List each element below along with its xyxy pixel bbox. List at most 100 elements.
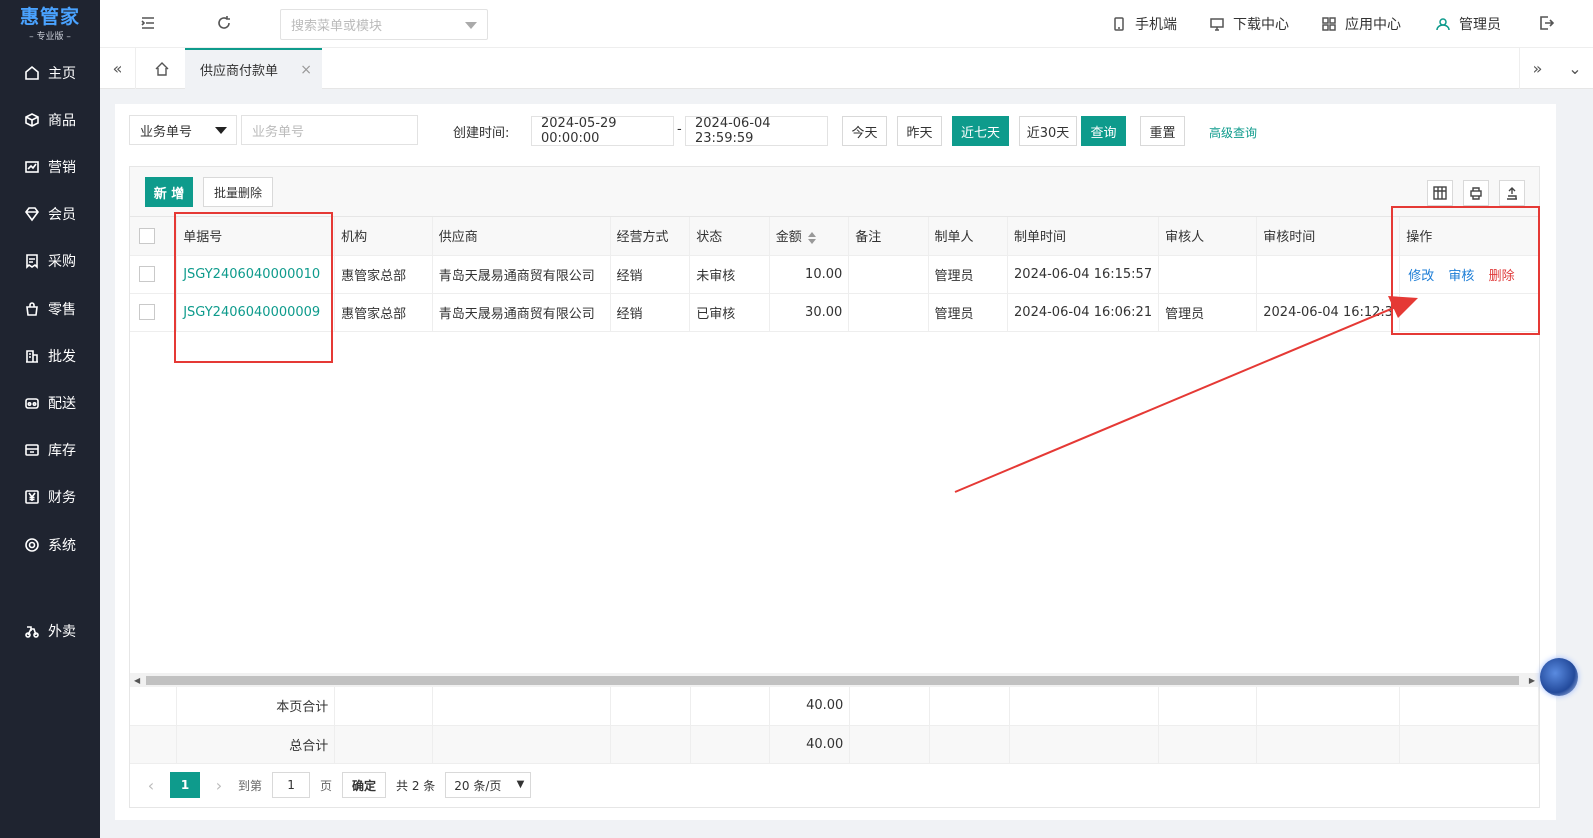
row-checkbox[interactable] [139, 304, 155, 320]
col-mode: 经营方式 [610, 217, 691, 256]
pagination: ‹ 1 › 到第 1 页 确定 共 2 条 20 条/页 ▼ [130, 763, 1539, 807]
tab-bar: « 供应商付款单 × » ⌄ [100, 48, 1593, 89]
search-field-select[interactable]: 业务单号 [129, 115, 237, 145]
sidebar-item-takeout[interactable]: 外卖 [0, 611, 100, 651]
sidebar-item-delivery[interactable]: 配送 [0, 383, 100, 423]
sidebar-item-retail[interactable]: 零售 [0, 289, 100, 329]
select-all-cell [130, 217, 178, 256]
col-amount[interactable]: 金额 [769, 217, 850, 256]
scroll-right-arrow-icon[interactable]: ▶ [1529, 676, 1535, 685]
status-cell: 未审核 [689, 255, 770, 294]
sidebar-item-home[interactable]: 主页 [0, 53, 100, 93]
scroll-left-arrow-icon[interactable]: ◀ [134, 676, 140, 685]
yesterday-button[interactable]: 昨天 [897, 116, 942, 146]
user-menu[interactable]: 管理员 [1435, 14, 1501, 34]
sidebar-item-wholesale[interactable]: 批发 [0, 336, 100, 376]
sidebar-item-finance[interactable]: 财务 [0, 477, 100, 517]
page-total-amount: 40.00 [769, 687, 851, 726]
auditor-cell: 管理员 [1158, 293, 1258, 332]
select-all-checkbox[interactable] [139, 227, 155, 244]
export-icon[interactable] [1499, 180, 1525, 206]
download-center-link[interactable]: 下载中心 [1209, 14, 1289, 34]
current-page[interactable]: 1 [170, 772, 200, 798]
sidebar-item-label: 配送 [48, 396, 76, 412]
table-toolbar: 新 增 批量删除 [130, 167, 1539, 217]
close-icon[interactable]: × [300, 62, 312, 78]
total-count: 共 2 条 [396, 778, 436, 793]
sidebar-item-member[interactable]: 会员 [0, 194, 100, 234]
payment-table: 单据号 机构 供应商 经营方式 状态 金额 备注 制单人 制单时间 审核人 审核… [130, 217, 1539, 332]
sidebar-item-inventory[interactable]: 库存 [0, 430, 100, 470]
add-button[interactable]: 新 增 [145, 177, 193, 207]
query-button[interactable]: 查询 [1081, 116, 1126, 146]
mobile-link[interactable]: 手机端 [1111, 14, 1177, 34]
sidebar-item-goods[interactable]: 商品 [0, 100, 100, 140]
chevron-down-icon: ▼ [516, 779, 525, 790]
mode-cell: 经销 [610, 293, 691, 332]
sidebar-item-label: 采购 [48, 254, 76, 270]
floating-assistant-icon[interactable] [1540, 658, 1578, 696]
menu-toggle-icon[interactable] [139, 14, 159, 34]
page-size-value: 20 条/页 [454, 778, 502, 793]
audit-time-cell: 2024-06-04 16:12:3 [1256, 293, 1401, 332]
search-field-value: 业务单号 [140, 124, 193, 140]
menu-search-input[interactable]: 搜索菜单或模块 [280, 9, 488, 40]
bag-icon [24, 301, 40, 317]
search-placeholder: 搜索菜单或模块 [291, 19, 383, 34]
storage-icon [24, 442, 40, 458]
advanced-query-link[interactable]: 高级查询 [1209, 124, 1257, 141]
batch-delete-button[interactable]: 批量删除 [203, 177, 273, 207]
tab-label: 供应商付款单 [200, 64, 279, 79]
col-maker: 制单人 [928, 217, 1009, 256]
print-icon[interactable] [1463, 180, 1489, 206]
date-start-value: 2024-05-29 00:00:00 [541, 116, 617, 146]
scrollbar-thumb[interactable] [146, 676, 1519, 685]
monitor-icon [1210, 18, 1224, 31]
sidebar-item-system[interactable]: 系统 [0, 525, 100, 565]
prev-page-icon[interactable]: ‹ [138, 776, 164, 795]
page-size-select[interactable]: 20 条/页 ▼ [445, 772, 532, 798]
next-page-icon[interactable]: › [206, 776, 232, 795]
grand-total-amount: 40.00 [769, 725, 851, 764]
goto-confirm-button[interactable]: 确定 [342, 772, 387, 798]
brand-edition: – 专业版 – [29, 31, 71, 42]
col-status: 状态 [689, 217, 770, 256]
sidebar-item-marketing[interactable]: 营销 [0, 147, 100, 187]
refresh-icon[interactable] [215, 14, 235, 34]
sidebar-item-purchase[interactable]: 采购 [0, 241, 100, 281]
sidebar-item-label: 主页 [48, 66, 76, 82]
table-header-row: 单据号 机构 供应商 经营方式 状态 金额 备注 制单人 制单时间 审核人 审核… [130, 217, 1539, 256]
date-end-input[interactable]: 2024-06-04 23:59:59 [685, 116, 828, 146]
remark-cell [848, 293, 929, 332]
last-7-days-button[interactable]: 近七天 [952, 116, 1009, 146]
last-30-days-button[interactable]: 近30天 [1019, 116, 1077, 146]
grand-total-label: 总合计 [176, 725, 336, 764]
download-label: 下载中心 [1233, 17, 1289, 33]
doc-no-input[interactable]: 业务单号 [241, 115, 418, 145]
date-end-value: 2024-06-04 23:59:59 [695, 116, 771, 146]
col-audit-time: 审核时间 [1256, 217, 1401, 256]
reset-button[interactable]: 重置 [1140, 116, 1185, 146]
horizontal-scrollbar[interactable]: ◀ ▶ [130, 673, 1539, 687]
sort-icon[interactable] [807, 231, 816, 244]
make-time-cell: 2024-06-04 16:15:57 [1007, 255, 1160, 294]
apps-grid-icon [1322, 17, 1336, 31]
tab-supplier-payment[interactable]: 供应商付款单 × [185, 48, 322, 89]
today-button[interactable]: 今天 [842, 116, 887, 146]
date-start-input[interactable]: 2024-05-29 00:00:00 [531, 116, 674, 146]
goto-page-input[interactable]: 1 [272, 772, 311, 798]
logout-icon[interactable] [1537, 14, 1557, 34]
row-checkbox[interactable] [139, 266, 155, 282]
tab-scroll-left-icon[interactable]: « [100, 48, 136, 89]
scooter-icon [24, 623, 40, 639]
doc-no-placeholder: 业务单号 [252, 124, 305, 140]
maker-cell: 管理员 [928, 293, 1009, 332]
col-remark: 备注 [848, 217, 929, 256]
home-tab-icon[interactable] [144, 48, 180, 89]
tab-scroll-right-icon[interactable]: » [1519, 48, 1555, 89]
amount-cell: 30.00 [769, 293, 850, 332]
app-center-link[interactable]: 应用中心 [1321, 14, 1401, 34]
columns-icon[interactable] [1427, 180, 1453, 206]
page-unit: 页 [320, 778, 333, 793]
tab-dropdown-icon[interactable]: ⌄ [1557, 48, 1593, 89]
